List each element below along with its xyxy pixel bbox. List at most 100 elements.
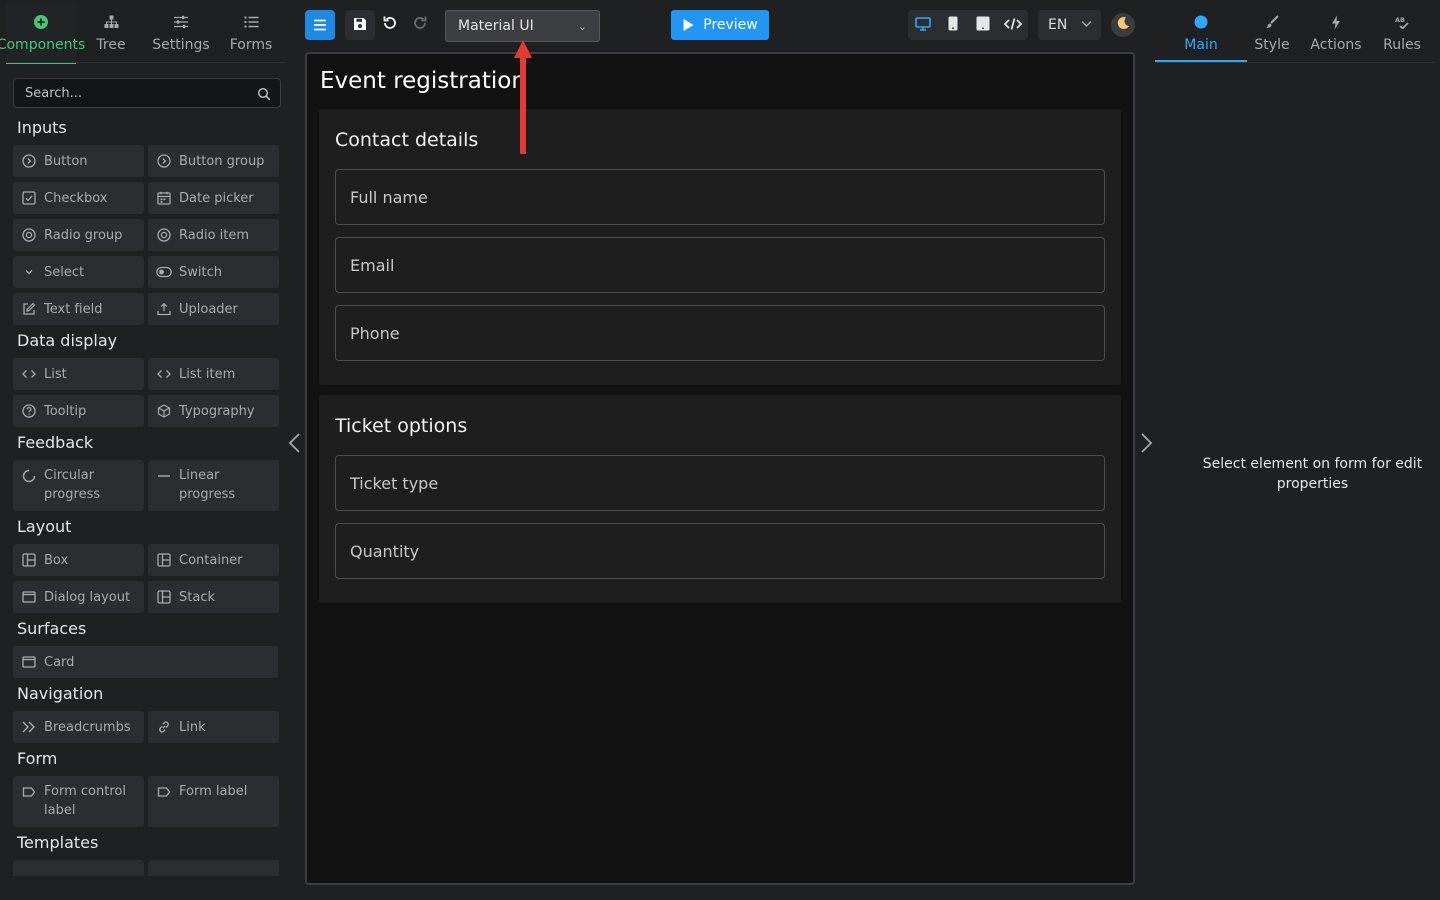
collapse-left-panel-icon[interactable]	[287, 432, 303, 454]
component-container[interactable]: Container	[148, 544, 279, 576]
component-form-control-label[interactable]: Form control label	[13, 776, 144, 827]
component-breadcrumbs[interactable]: Breadcrumbs	[13, 711, 144, 743]
section-title[interactable]: Ticket options	[335, 415, 467, 437]
component-stack[interactable]: Stack	[148, 581, 279, 613]
component-switch[interactable]: Switch	[148, 256, 279, 288]
mobile-view-button[interactable]	[938, 10, 968, 40]
tab-label: Main	[1184, 37, 1218, 53]
component-link[interactable]: Link	[148, 711, 279, 743]
navigation-grid: Breadcrumbs Link	[13, 711, 281, 743]
component-label: Switch	[179, 264, 222, 280]
search-input[interactable]	[14, 79, 250, 107]
component-select[interactable]: Select	[13, 256, 144, 288]
field-label: Quantity	[350, 541, 420, 561]
template-item[interactable]	[13, 860, 144, 876]
properties-empty-message: Select element on form for edit properti…	[1202, 456, 1423, 492]
redo-icon	[412, 15, 428, 35]
component-circular-progress[interactable]: Circular progress	[13, 460, 144, 511]
section-title-form: Form	[17, 749, 58, 768]
theme-toggle-button[interactable]	[1111, 13, 1135, 37]
left-tabs: Components Tree Settings Forms	[0, 4, 286, 64]
component-list[interactable]: List	[13, 358, 144, 390]
full-name-field[interactable]: Full name	[335, 169, 1105, 225]
component-card[interactable]: Card	[13, 646, 278, 678]
tab-label: Forms	[229, 37, 273, 53]
component-form-label[interactable]: Form label	[148, 776, 279, 827]
list-icon	[244, 12, 259, 32]
ui-library-value: Material UI	[458, 18, 534, 34]
tab-settings[interactable]: Settings	[146, 4, 216, 64]
svg-text:AB: AB	[1395, 16, 1405, 24]
edit-icon	[21, 301, 37, 317]
component-text-field[interactable]: Text field	[13, 293, 144, 325]
tab-main[interactable]: Main	[1155, 4, 1247, 62]
layout-icon	[156, 589, 172, 605]
component-button[interactable]: Button	[13, 145, 144, 177]
code-view-button[interactable]	[998, 10, 1028, 40]
ticket-type-field[interactable]: Ticket type	[335, 455, 1105, 511]
email-field[interactable]: Email	[335, 237, 1105, 293]
language-select[interactable]: EN	[1038, 10, 1101, 40]
tablet-view-button[interactable]	[968, 10, 998, 40]
template-item[interactable]	[148, 860, 279, 876]
form-canvas[interactable]: Event registration Contact details Full …	[305, 52, 1135, 885]
section-title[interactable]: Contact details	[335, 129, 478, 151]
component-linear-progress[interactable]: Linear progress	[148, 460, 279, 511]
component-list-item[interactable]: List item	[148, 358, 279, 390]
component-label: Form control label	[44, 784, 126, 818]
component-button-group[interactable]: Button group	[148, 145, 279, 177]
component-radio-item[interactable]: Radio item	[148, 219, 279, 251]
help-circle-icon	[21, 403, 37, 419]
sliders-icon	[173, 12, 189, 32]
desktop-view-button[interactable]	[908, 10, 938, 40]
ticket-options-section[interactable]: Ticket options Ticket type Quantity	[319, 395, 1121, 603]
preview-label: Preview	[703, 17, 758, 33]
search-icon[interactable]	[257, 86, 271, 105]
component-label: Radio item	[179, 227, 250, 243]
quantity-field[interactable]: Quantity	[335, 523, 1105, 579]
contact-details-section[interactable]: Contact details Full name Email Phone	[319, 109, 1121, 385]
chevrons-right-icon	[21, 719, 37, 735]
preview-button[interactable]: Preview	[671, 10, 769, 40]
redo-button[interactable]	[405, 10, 435, 40]
undo-button[interactable]	[375, 10, 405, 40]
section-title-layout: Layout	[17, 517, 72, 536]
collapse-right-panel-icon[interactable]	[1138, 432, 1154, 454]
component-radio-group[interactable]: Radio group	[13, 219, 144, 251]
phone-field[interactable]: Phone	[335, 305, 1105, 361]
divider	[6, 62, 286, 63]
section-title-surfaces: Surfaces	[17, 619, 87, 638]
form-builder-app: Components Tree Settings Forms Search...…	[0, 0, 1440, 900]
tab-components[interactable]: Components	[0, 4, 85, 64]
component-dialog-layout[interactable]: Dialog layout	[13, 581, 144, 613]
save-button[interactable]	[345, 10, 375, 40]
component-uploader[interactable]: Uploader	[148, 293, 279, 325]
tab-label: Components	[0, 37, 86, 53]
component-checkbox[interactable]: Checkbox	[13, 182, 144, 214]
checkbox-icon	[21, 190, 37, 206]
component-date-picker[interactable]: Date picker	[148, 182, 279, 214]
tab-style[interactable]: Style	[1247, 4, 1297, 62]
tab-rules[interactable]: AB Rules	[1375, 4, 1429, 62]
component-tooltip[interactable]: Tooltip	[13, 395, 144, 427]
annotation-arrow	[514, 40, 532, 154]
component-label: Dialog layout	[44, 589, 131, 605]
section-title-inputs: Inputs	[17, 118, 67, 137]
tab-forms[interactable]: Forms	[216, 4, 286, 64]
tab-tree[interactable]: Tree	[76, 4, 146, 64]
tab-label: Style	[1254, 37, 1290, 53]
component-label: Circular progress	[44, 468, 101, 502]
form-title[interactable]: Event registration	[320, 68, 526, 94]
component-box[interactable]: Box	[13, 544, 144, 576]
field-label: Email	[350, 255, 395, 275]
inputs-grid: Button Button group Checkbox Date picker…	[13, 145, 281, 325]
tab-actions[interactable]: Actions	[1297, 4, 1375, 62]
window-icon	[21, 589, 37, 605]
play-icon	[683, 19, 694, 31]
button-group-icon	[156, 153, 172, 169]
menu-button[interactable]	[305, 10, 335, 40]
component-label: Form label	[179, 784, 248, 799]
component-typography[interactable]: Typography	[148, 395, 279, 427]
plus-circle-icon	[34, 12, 48, 32]
component-label: Date picker	[179, 190, 254, 206]
